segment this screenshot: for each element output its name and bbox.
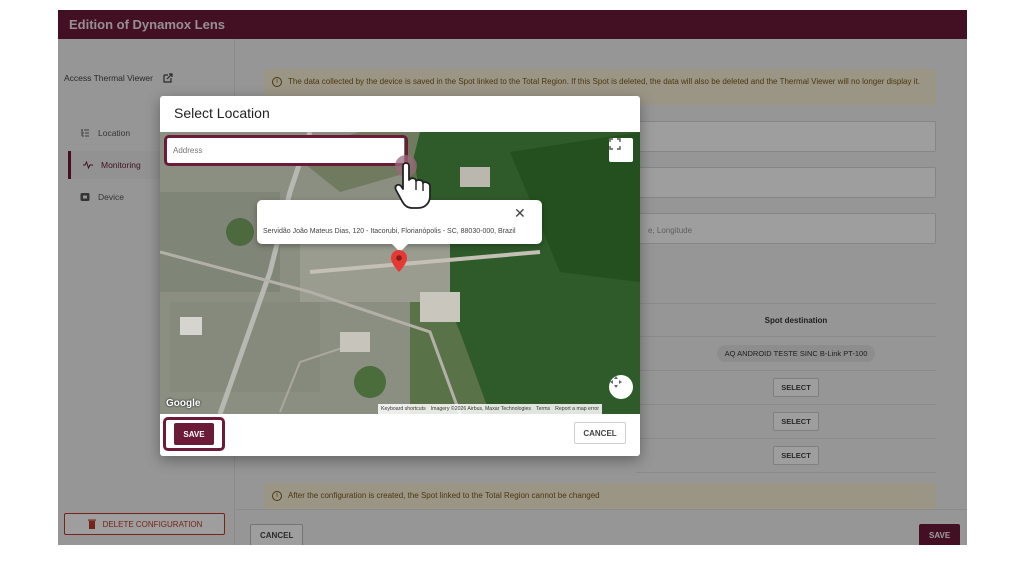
google-logo: Google [166, 398, 201, 409]
dialog-footer: SAVE CANCEL [160, 414, 640, 456]
close-icon[interactable]: ✕ [514, 205, 526, 222]
terms-link[interactable]: Terms [536, 406, 550, 412]
address-highlight [164, 135, 408, 166]
pointer-hand-icon [390, 154, 436, 215]
dialog-save-button[interactable]: SAVE [174, 423, 214, 445]
recenter-button[interactable] [609, 375, 633, 399]
popup-address-text: Servidão João Mateus Dias, 120 - Itacoru… [263, 228, 516, 235]
select-location-dialog: Select Location Address ✕ Servidão João … [160, 96, 640, 456]
modal-overlay: Select Location Address ✕ Servidão João … [0, 0, 1024, 576]
keyboard-shortcuts-link[interactable]: Keyboard shortcuts [381, 406, 426, 412]
dialog-title: Select Location [174, 105, 270, 121]
fullscreen-button[interactable] [609, 138, 633, 162]
imagery-credit: Imagery ©2026 Airbus, Maxar Technologies [430, 406, 532, 412]
map-attribution: Keyboard shortcuts Imagery ©2026 Airbus,… [378, 404, 602, 414]
dialog-cancel-button[interactable]: CANCEL [574, 422, 626, 444]
report-error-link[interactable]: Report a map error [555, 406, 599, 412]
